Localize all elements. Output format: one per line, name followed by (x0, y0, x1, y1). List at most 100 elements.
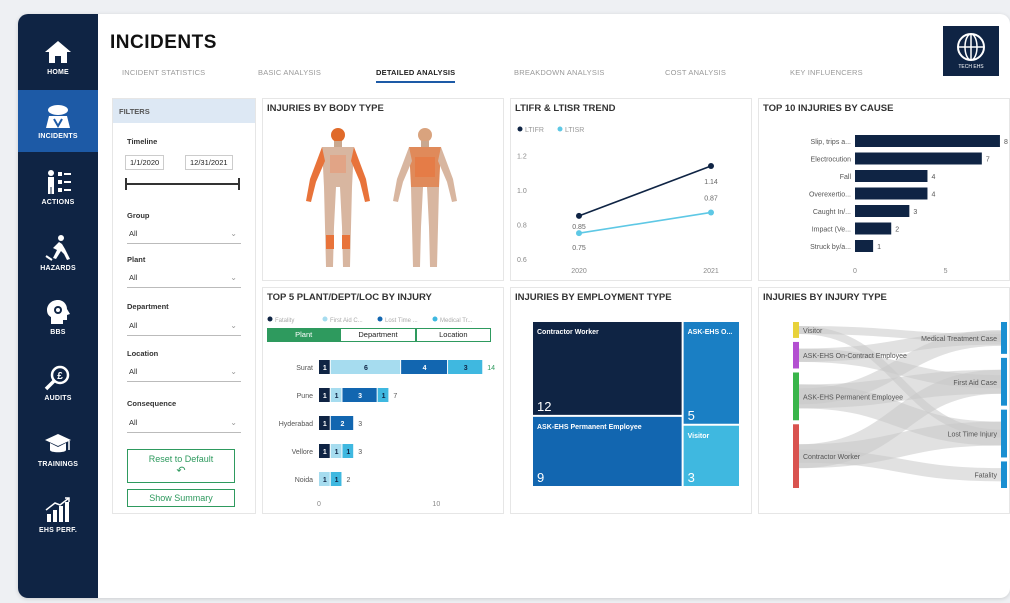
location-select[interactable]: All ⌄ (127, 367, 241, 382)
data-label: 0.85 (572, 224, 586, 231)
timeline-handle-end[interactable] (238, 178, 240, 190)
x-tick-label: 2020 (571, 268, 587, 275)
nav-bbs[interactable]: BBS (18, 286, 98, 348)
segment-label: 1 (382, 393, 386, 400)
dashboard-window: HOME INCIDENTS ACTIONS HAZARDS BBS £ AUD… (18, 14, 1010, 598)
toggle-plant[interactable]: Plant (267, 328, 341, 342)
nav-home[interactable]: HOME (18, 26, 98, 88)
target-node (1001, 461, 1007, 488)
segment-label: 1 (346, 449, 350, 456)
legend-marker (377, 316, 383, 322)
sidebar: HOME INCIDENTS ACTIONS HAZARDS BBS £ AUD… (18, 14, 98, 598)
tile-label: Contractor Worker (537, 329, 599, 336)
show-summary-button[interactable]: Show Summary (127, 489, 235, 507)
tab-detailed-analysis[interactable]: DETAILED ANALYSIS (376, 68, 456, 83)
consequence-label: Consequence (127, 399, 177, 408)
legend-label: LTIFR (525, 127, 544, 134)
y-tick-label: 0.6 (517, 257, 527, 264)
undo-icon: ↶ (176, 465, 186, 477)
category-label: Pune (297, 393, 313, 400)
consequence-value: All (129, 418, 138, 427)
svg-text:£: £ (57, 371, 63, 382)
consequence-select[interactable]: All ⌄ (127, 418, 241, 433)
nav-label: EHS PERF. (39, 527, 77, 534)
bar (855, 240, 874, 252)
value-label: 2 (895, 227, 899, 234)
category-label: Electrocution (811, 157, 852, 164)
tile-label: ASK-EHS O... (688, 329, 733, 336)
x-tick-label: 10 (432, 501, 440, 508)
data-point (708, 162, 714, 169)
audits-icon: £ (44, 365, 70, 391)
legend-label: First Aid C... (330, 318, 363, 324)
plant-value: All (129, 273, 138, 282)
x-tick-label: 0 (853, 268, 857, 275)
series-line (578, 211, 712, 234)
nav-ehs-perf[interactable]: EHS PERF. (18, 484, 98, 546)
tab-breakdown-analysis[interactable]: BREAKDOWN ANALYSIS (514, 68, 605, 77)
total-label: 3 (358, 449, 362, 456)
nav-hazards[interactable]: HAZARDS (18, 222, 98, 284)
bar (855, 170, 928, 182)
nav-label: HAZARDS (40, 265, 76, 272)
source-node (793, 341, 799, 369)
toggle-department[interactable]: Department (340, 328, 416, 342)
company-logo: TECH EHS (943, 26, 999, 76)
department-select[interactable]: All ⌄ (127, 321, 241, 336)
filters-panel: FILTERS Timeline 1/1/2020 12/31/2021 Gro… (112, 98, 256, 514)
timeline-label: Timeline (127, 137, 158, 146)
chevron-down-icon: ⌄ (230, 273, 237, 282)
value-label: 1 (877, 244, 881, 251)
value-label: 4 (931, 174, 935, 181)
target-label: Fatality (974, 473, 997, 480)
timeline-handle-start[interactable] (125, 178, 127, 190)
tab-key-influencers[interactable]: KEY INFLUENCERS (790, 68, 863, 77)
nav-trainings[interactable]: TRAININGS (18, 418, 98, 480)
group-select[interactable]: All ⌄ (127, 229, 241, 244)
segment-label: 1 (323, 477, 327, 484)
body-heatmap (306, 128, 457, 267)
bar (855, 152, 982, 165)
source-label: ASK-EHS Permanent Employee (803, 394, 903, 401)
reset-default-button[interactable]: Reset to Default ↶ (127, 449, 235, 483)
home-icon (45, 41, 71, 63)
source-node (793, 322, 799, 338)
target-label: First Aid Case (953, 380, 997, 387)
target-node (1001, 322, 1007, 354)
toggle-location[interactable]: Location (415, 328, 491, 342)
tile-value: 12 (537, 399, 551, 414)
timeline-slider[interactable] (127, 183, 239, 185)
location-value: All (129, 367, 138, 376)
source-node (793, 424, 799, 488)
value-label: 8 (1004, 139, 1008, 146)
tile-value: 3 (688, 470, 695, 485)
nav-incidents[interactable]: INCIDENTS (18, 90, 98, 152)
date-from-field[interactable]: 1/1/2020 (125, 155, 165, 170)
total-label: 14 (487, 365, 495, 372)
segment-label: 1 (323, 365, 327, 372)
x-tick-label: 5 (944, 268, 948, 275)
cause-card: TOP 10 INJURIES BY CAUSE Slip, trips a..… (758, 98, 1010, 281)
location-label: Location (127, 349, 159, 358)
chevron-down-icon: ⌄ (230, 367, 237, 376)
date-to-field[interactable]: 12/31/2021 (185, 155, 233, 170)
category-label: Hyderabad (279, 421, 313, 428)
plant-select[interactable]: All ⌄ (127, 273, 241, 288)
actions-icon (48, 170, 71, 194)
nav-actions[interactable]: ACTIONS (18, 156, 98, 218)
injury-type-card: INJURIES BY INJURY TYPE Visitor ASK-EHS O… (758, 287, 1010, 514)
tab-cost-analysis[interactable]: COST ANALYSIS (665, 68, 726, 77)
segment-label: 3 (358, 393, 362, 400)
bbs-icon (47, 300, 70, 324)
segment-label: 1 (335, 449, 339, 456)
front-body-figure (306, 128, 370, 267)
hazards-icon (45, 235, 70, 261)
logo-text: TECH EHS (958, 64, 984, 70)
target-node (1001, 409, 1007, 458)
tab-incident-statistics[interactable]: INCIDENT STATISTICS (122, 68, 205, 77)
nav-label: TRAININGS (37, 461, 79, 468)
total-label: 3 (358, 421, 362, 428)
nav-audits[interactable]: £ AUDITS (18, 352, 98, 414)
chevron-down-icon: ⌄ (230, 321, 237, 330)
tab-basic-analysis[interactable]: BASIC ANALYSIS (258, 68, 321, 77)
